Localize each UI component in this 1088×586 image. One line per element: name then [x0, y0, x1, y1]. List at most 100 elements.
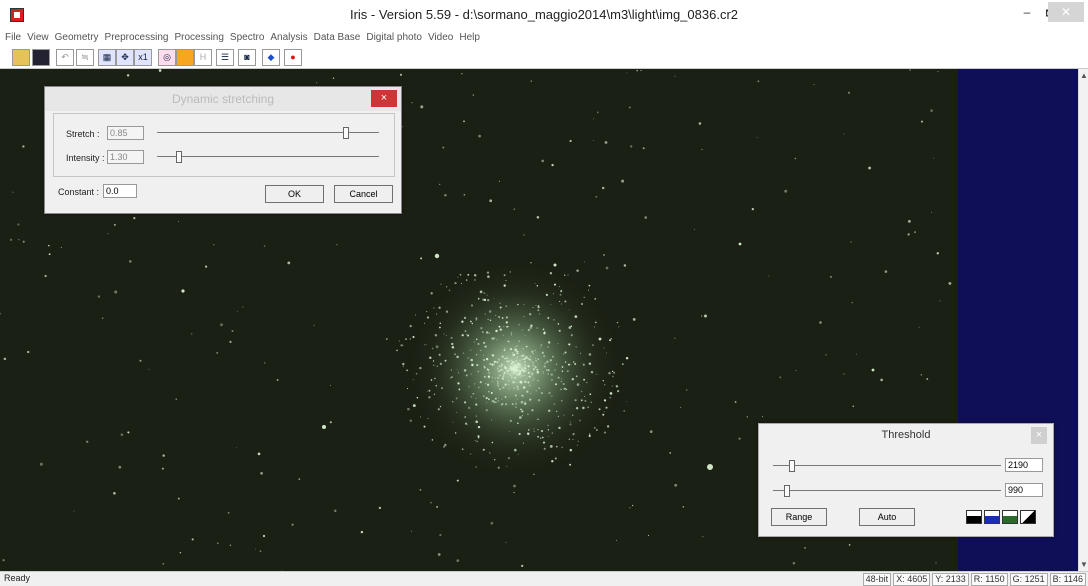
star: [680, 406, 682, 408]
color-icon[interactable]: ◎: [158, 49, 176, 66]
star: [488, 391, 490, 393]
ok-button[interactable]: OK: [265, 185, 324, 203]
scroll-up-icon[interactable]: ▲: [1079, 71, 1088, 80]
scroll-down-icon[interactable]: ▼: [1079, 560, 1088, 569]
star: [514, 348, 517, 351]
star: [483, 298, 487, 302]
gradient-icon[interactable]: [1020, 510, 1036, 524]
star: [535, 390, 537, 392]
open-icon[interactable]: [12, 49, 30, 66]
star: [615, 385, 619, 388]
star-red-icon[interactable]: ●: [284, 49, 302, 66]
star: [588, 284, 591, 287]
low-threshold-track[interactable]: [773, 490, 1001, 491]
star: [127, 431, 130, 434]
star: [503, 326, 505, 328]
star: [549, 445, 553, 448]
menu-processing[interactable]: Processing: [171, 30, 226, 46]
star: [497, 380, 499, 383]
star: [435, 384, 438, 387]
star: [558, 329, 561, 332]
low-threshold-field[interactable]: 990: [1005, 483, 1043, 497]
star: [475, 420, 478, 424]
star: [427, 418, 429, 420]
star: [488, 398, 490, 401]
star: [529, 313, 532, 316]
zoom-icon[interactable]: ▦: [98, 49, 116, 66]
star: [561, 446, 563, 448]
threshold-title-bar[interactable]: Threshold ×: [759, 424, 1053, 448]
constant-field[interactable]: 0.0: [103, 184, 137, 198]
menu-preprocessing[interactable]: Preprocessing: [102, 30, 172, 46]
star: [487, 375, 491, 378]
star: [596, 429, 598, 431]
menu-data-base[interactable]: Data Base: [311, 30, 364, 46]
cancel-button[interactable]: Cancel: [334, 185, 393, 203]
star: [518, 340, 520, 342]
star: [161, 467, 164, 470]
star: [435, 345, 439, 349]
auto-button[interactable]: Auto: [859, 508, 915, 526]
low-threshold-knob[interactable]: [784, 485, 790, 497]
star: [406, 369, 409, 372]
menu-geometry[interactable]: Geometry: [52, 30, 102, 46]
menu-spectro[interactable]: Spectro: [227, 30, 267, 46]
menu-help[interactable]: Help: [456, 30, 483, 46]
star: [586, 382, 588, 384]
star: [536, 327, 539, 329]
rgb-level-icon[interactable]: [1002, 510, 1018, 524]
stretch-slider-knob[interactable]: [342, 127, 349, 139]
star: [572, 439, 574, 441]
star: [561, 370, 564, 372]
camera-icon[interactable]: ◙: [238, 49, 256, 66]
star: [751, 207, 754, 211]
star: [497, 466, 500, 469]
star: [332, 77, 335, 79]
dialog-close-button[interactable]: ×: [371, 90, 397, 107]
star: [588, 362, 592, 365]
vertical-scrollbar[interactable]: ▲ ▼: [1078, 69, 1088, 571]
menu-digital-photo[interactable]: Digital photo: [363, 30, 425, 46]
threshold-close-button[interactable]: ×: [1031, 427, 1047, 444]
list-icon[interactable]: ☰: [216, 49, 234, 66]
star: [508, 430, 510, 432]
menu-analysis[interactable]: Analysis: [267, 30, 310, 46]
star: [549, 359, 552, 362]
star: [533, 369, 535, 371]
blue-level-icon[interactable]: [984, 510, 1000, 524]
range-button[interactable]: Range: [771, 508, 827, 526]
star: [473, 383, 476, 385]
star: [336, 244, 338, 246]
high-threshold-knob[interactable]: [789, 460, 795, 472]
menu-file[interactable]: File: [2, 30, 24, 46]
star: [598, 337, 602, 341]
high-threshold-track[interactable]: [773, 465, 1001, 466]
intensity-slider-knob[interactable]: [176, 151, 183, 163]
dialog-title-bar[interactable]: Dynamic stretching ×: [45, 87, 401, 111]
save-icon[interactable]: [32, 49, 50, 66]
menu-view[interactable]: View: [24, 30, 52, 46]
star: [528, 357, 531, 361]
star: [493, 298, 495, 300]
x1-icon[interactable]: x1: [134, 49, 152, 66]
menu-video[interactable]: Video: [425, 30, 456, 46]
star: [276, 379, 279, 381]
star: [407, 407, 410, 411]
star: [530, 393, 532, 395]
star: [488, 371, 491, 374]
star: [443, 333, 445, 335]
histogram-icon[interactable]: [176, 49, 194, 66]
undo-icon[interactable]: ↶: [56, 49, 74, 66]
star: [525, 345, 528, 348]
settings-icon[interactable]: ≒: [76, 49, 94, 66]
black-level-icon[interactable]: [966, 510, 982, 524]
high-threshold-field[interactable]: 2190: [1005, 458, 1043, 472]
stretch-field[interactable]: 0.85: [107, 126, 144, 140]
intensity-field[interactable]: 1.30: [107, 150, 144, 164]
star: [577, 444, 579, 446]
h-icon[interactable]: H: [194, 49, 212, 66]
close-button[interactable]: ✕: [1048, 2, 1084, 22]
move-icon[interactable]: ✥: [116, 49, 134, 66]
star-blue-icon[interactable]: ◆: [262, 49, 280, 66]
intensity-slider-track[interactable]: [157, 156, 379, 157]
